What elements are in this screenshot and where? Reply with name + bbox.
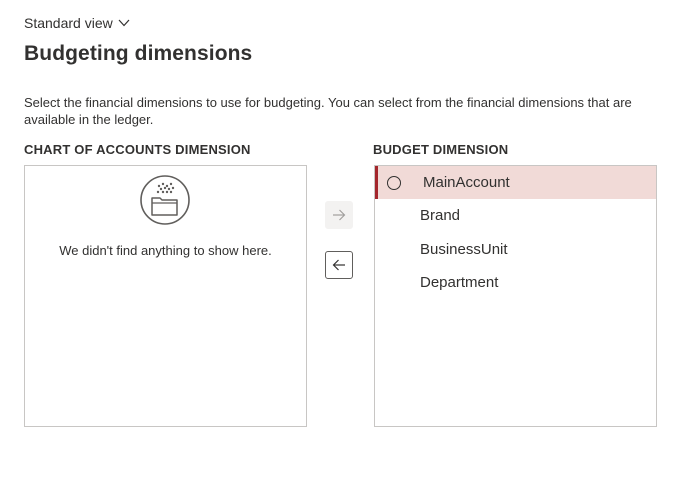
list-item-brand[interactable]: Brand bbox=[375, 199, 656, 232]
chart-of-accounts-header: CHART OF ACCOUNTS DIMENSION bbox=[24, 142, 251, 157]
empty-folder-icon bbox=[140, 175, 190, 225]
list-item-label: MainAccount bbox=[423, 174, 510, 191]
list-item-department[interactable]: Department bbox=[375, 266, 656, 299]
arrow-right-icon bbox=[333, 209, 346, 221]
chevron-down-icon bbox=[118, 19, 130, 27]
remove-dimension-button[interactable] bbox=[325, 251, 353, 279]
list-item-businessunit[interactable]: BusinessUnit bbox=[375, 233, 656, 266]
view-selector[interactable]: Standard view bbox=[24, 15, 130, 31]
chart-of-accounts-list[interactable]: We didn't find anything to show here. bbox=[24, 165, 307, 427]
page-description: Select the financial dimensions to use f… bbox=[24, 95, 632, 127]
list-item-label: BusinessUnit bbox=[420, 241, 508, 258]
list-item-label: Department bbox=[420, 274, 499, 291]
budgeting-dimensions-page: Standard view Budgeting dimensions Selec… bbox=[0, 0, 683, 480]
list-item-label: Brand bbox=[420, 207, 461, 224]
radio-circle-icon[interactable] bbox=[387, 175, 401, 190]
page-title: Budgeting dimensions bbox=[24, 42, 253, 65]
budget-dimension-header: BUDGET DIMENSION bbox=[373, 142, 509, 157]
view-selector-label: Standard view bbox=[24, 15, 113, 31]
list-item-mainaccount[interactable]: MainAccount bbox=[375, 166, 656, 199]
budget-dimension-list[interactable]: MainAccount Brand BusinessUnit Departmen… bbox=[374, 165, 657, 427]
empty-state-message: We didn't find anything to show here. bbox=[59, 243, 272, 258]
add-dimension-button[interactable] bbox=[325, 201, 353, 229]
arrow-left-icon bbox=[332, 259, 345, 271]
